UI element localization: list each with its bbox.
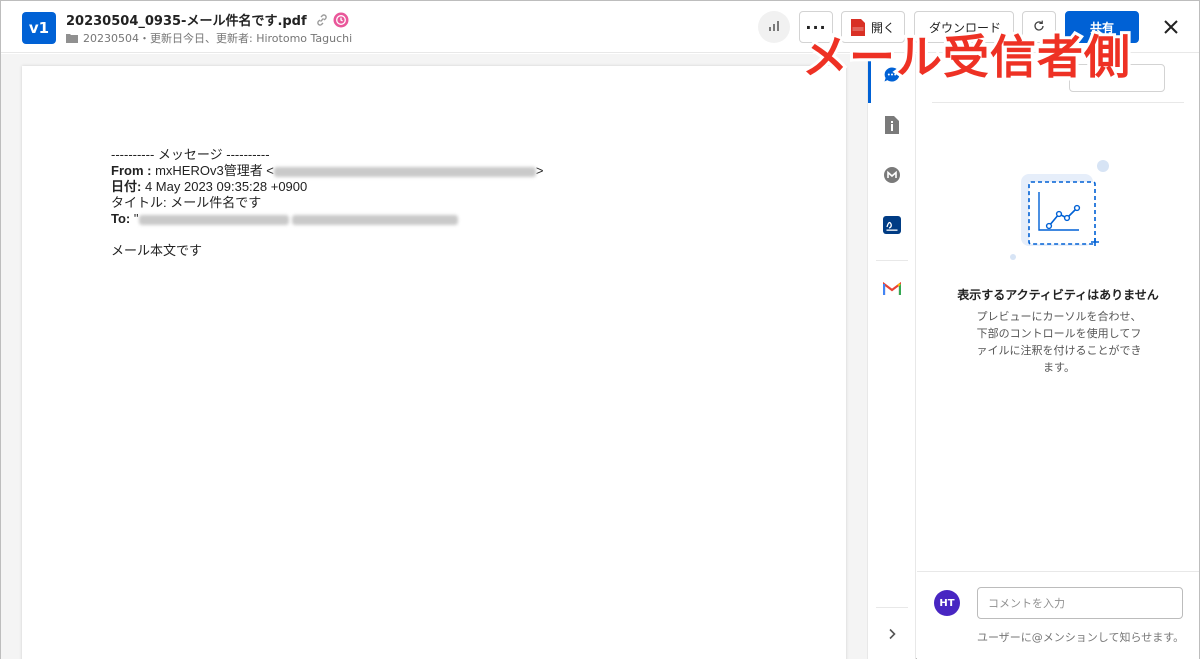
retention-icon[interactable] xyxy=(333,12,349,28)
email-from-value: mxHEROv3管理者 < xyxy=(155,163,274,178)
email-date-value: 4 May 2023 09:35:28 +0900 xyxy=(144,179,308,194)
metadata-icon xyxy=(883,166,901,188)
shared-link-icon[interactable] xyxy=(315,13,329,27)
empty-activity-description: プレビューにカーソルを合わせ、下部のコントロールを使用してファイルに注釈を付ける… xyxy=(976,310,1142,374)
email-separator: ---------- メッセージ ---------- xyxy=(111,147,270,162)
meta-separator: ・ xyxy=(139,32,150,45)
nav-metadata[interactable] xyxy=(868,157,916,197)
document-preview: ---------- メッセージ ---------- From : mxHER… xyxy=(1,54,867,659)
email-to-line: To: " xyxy=(111,211,544,227)
file-title-row: 20230504_0935-メール件名です.pdf xyxy=(66,10,349,29)
file-update-info: 更新日今日、更新者: Hirotomo Taguchi xyxy=(150,32,353,45)
email-to-label: To: xyxy=(111,211,131,226)
folder-name[interactable]: 20230504 xyxy=(83,32,139,45)
comment-composer: HT ユーザーに@メンションして知らせます。 xyxy=(917,571,1199,659)
empty-activity-title: 表示するアクティビティはありません xyxy=(957,288,1159,302)
nav-divider-bottom xyxy=(876,607,908,608)
email-subject-value: メール件名です xyxy=(170,195,262,210)
pdf-page[interactable]: ---------- メッセージ ---------- From : mxHER… xyxy=(22,66,846,659)
empty-activity-illustration xyxy=(1005,154,1115,264)
nav-divider xyxy=(876,260,908,261)
chevron-right-icon xyxy=(887,625,897,644)
sidebar-nav xyxy=(867,54,916,659)
email-from-close: > xyxy=(535,163,544,178)
avatar: HT xyxy=(934,590,960,616)
file-meta-row: 20230504 ・ 更新日今日、更新者: Hirotomo Taguchi xyxy=(66,30,352,46)
gmail-icon xyxy=(882,281,902,300)
email-content: ---------- メッセージ ---------- From : mxHER… xyxy=(111,147,544,259)
sidebar-expand-button[interactable] xyxy=(868,614,916,654)
email-from-label: From : xyxy=(111,163,152,178)
close-icon[interactable] xyxy=(1159,15,1183,39)
email-spacer xyxy=(111,227,544,243)
email-date-line: 日付: 4 May 2023 09:35:28 +0900 xyxy=(111,179,544,195)
email-from-line: From : mxHEROv3管理者 < > xyxy=(111,163,544,179)
redacted-recipient-email xyxy=(292,214,459,225)
version-badge[interactable]: v1 xyxy=(22,12,56,44)
redacted-email xyxy=(273,166,536,177)
comment-input[interactable] xyxy=(977,587,1183,619)
file-stats-button[interactable] xyxy=(758,11,790,43)
nav-sign[interactable] xyxy=(868,207,916,247)
file-name: 20230504_0935-メール件名です.pdf xyxy=(66,14,307,29)
sidebar-header-divider xyxy=(932,102,1184,103)
email-subject-line: タイトル: メール件名です xyxy=(111,195,544,211)
bar-chart-icon xyxy=(767,20,781,35)
comment-mention-hint: ユーザーに@メンションして知らせます。 xyxy=(977,631,1185,644)
email-subject-label: タイトル: xyxy=(111,195,167,210)
nav-details[interactable] xyxy=(868,107,916,147)
info-icon xyxy=(885,116,899,138)
email-date-label: 日付: xyxy=(111,179,142,194)
activity-sidebar: 表示するアクティビティはありません プレビューにカーソルを合わせ、下部のコントロ… xyxy=(917,54,1199,659)
sign-icon xyxy=(883,216,901,238)
redacted-recipient xyxy=(138,214,289,225)
folder-icon xyxy=(66,33,78,43)
nav-gmail[interactable] xyxy=(868,270,916,310)
email-body: メール本文です xyxy=(111,243,203,258)
overlay-caption: メール受信者側 xyxy=(799,27,1133,87)
email-to-value: " xyxy=(133,211,139,226)
